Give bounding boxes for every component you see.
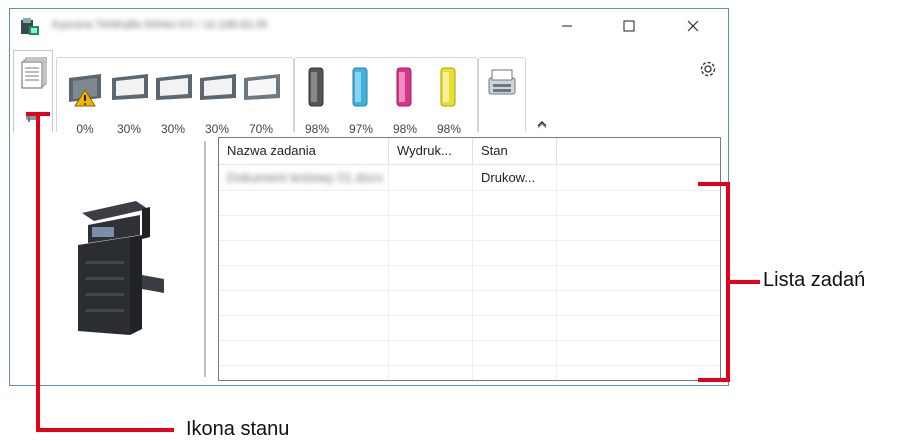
job-list-annotation: Lista zadań <box>763 269 866 291</box>
callout-lines <box>26 112 760 432</box>
status-icon-annotation: Ikona stanu <box>186 418 290 440</box>
